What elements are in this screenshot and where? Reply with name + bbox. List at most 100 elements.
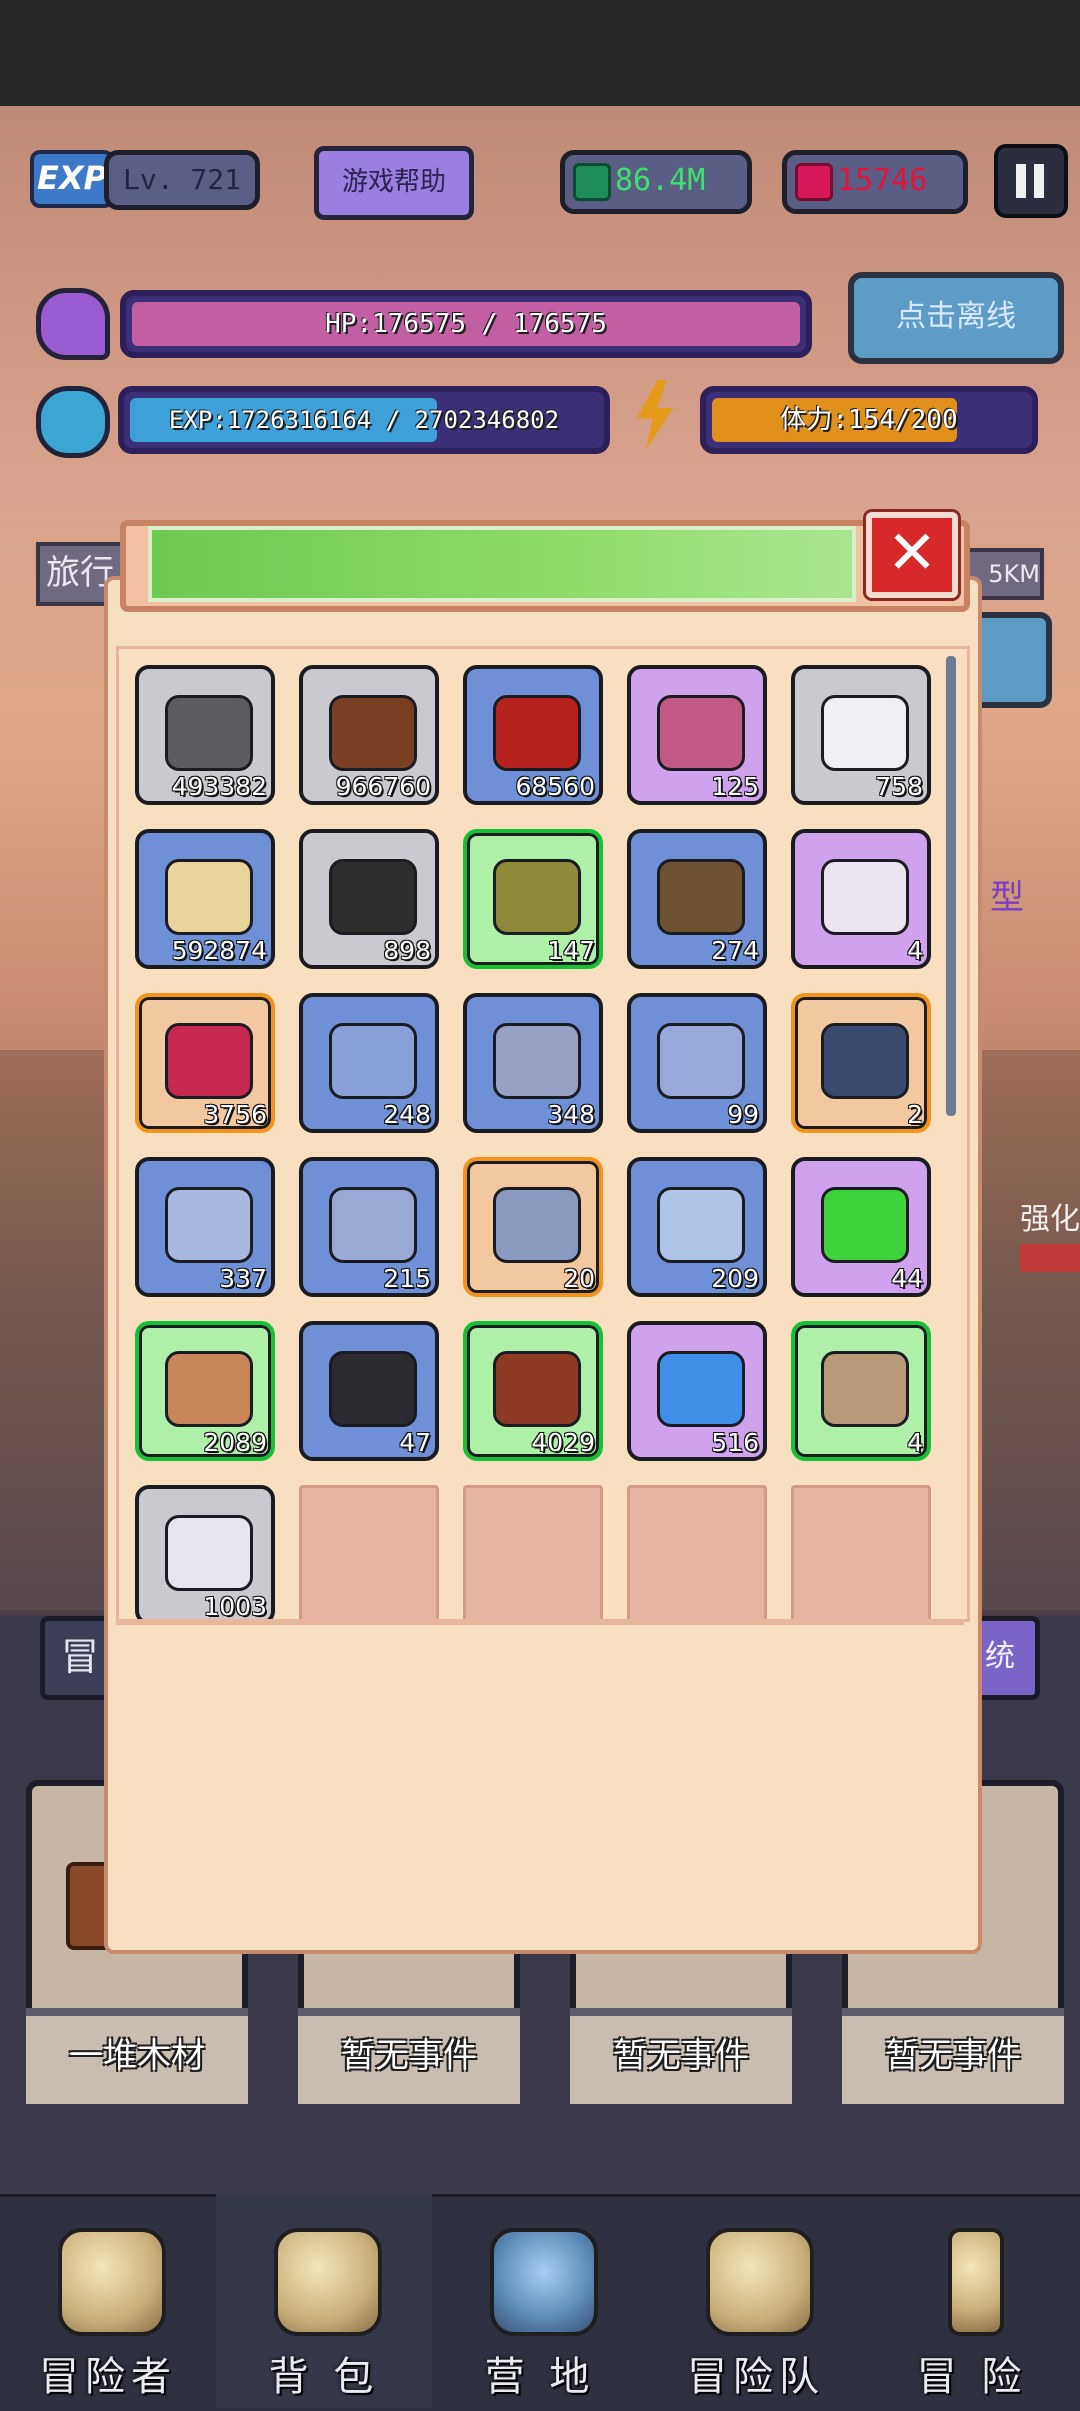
event-card-label: 暂无事件	[570, 2008, 792, 2104]
wood-chest-icon	[821, 1351, 909, 1427]
inventory-slot[interactable]: 3756	[135, 993, 275, 1133]
nav-adventurer[interactable]: 冒险者	[0, 2194, 216, 2408]
item-count: 68560	[515, 772, 595, 801]
item-count: 47	[399, 1428, 431, 1457]
inventory-slot[interactable]: 99	[627, 993, 767, 1133]
close-icon: ✕	[886, 518, 938, 588]
status-area	[0, 0, 1080, 106]
exp-bar: EXP:1726316164 / 2702346802	[118, 386, 610, 454]
red-currency: 15746	[782, 150, 968, 214]
silver-ore-icon	[165, 1515, 253, 1591]
upgrade-bar	[1020, 1244, 1080, 1272]
chest-icon	[329, 1351, 417, 1427]
event-card-label: 暂无事件	[842, 2008, 1064, 2104]
brick-icon	[493, 1351, 581, 1427]
inventory-slot[interactable]: 4	[791, 1321, 931, 1461]
inventory-slot-empty[interactable]	[299, 1485, 439, 1619]
item-count: 99	[727, 1100, 759, 1129]
item-count: 592874	[171, 936, 267, 965]
item-count: 337	[219, 1264, 267, 1293]
item-count: 4	[907, 1428, 923, 1457]
ring-icon	[329, 1023, 417, 1099]
close-button[interactable]: ✕	[866, 512, 958, 598]
nav-adventure[interactable]: 冒 险	[864, 2194, 1080, 2408]
nav-label: 冒险队	[687, 2354, 825, 2400]
item-count: 44	[891, 1264, 923, 1293]
item-count: 215	[383, 1264, 431, 1293]
inventory-slot[interactable]: 209	[627, 1157, 767, 1297]
nav-label: 冒 险	[916, 2354, 1028, 2400]
item-count: 2089	[203, 1428, 267, 1457]
inventory-slot[interactable]: 47	[299, 1321, 439, 1461]
stone-ore-icon	[165, 695, 253, 771]
inventory-slot[interactable]: 592874	[135, 829, 275, 969]
inventory-slot[interactable]: 493382	[135, 665, 275, 805]
cap-icon	[329, 1187, 417, 1263]
item-count: 20	[563, 1264, 595, 1293]
inventory-slot[interactable]: 1003	[135, 1485, 275, 1619]
slime-icon	[821, 1187, 909, 1263]
inventory-slot[interactable]: 68560	[463, 665, 603, 805]
exp-text: EXP:1726316164 / 2702346802	[168, 406, 560, 434]
inventory-slot[interactable]: 516	[627, 1321, 767, 1461]
item-count: 966760	[335, 772, 431, 801]
item-count: 3756	[203, 1100, 267, 1129]
inventory-slot[interactable]: 898	[299, 829, 439, 969]
inventory-slot[interactable]: 758	[791, 665, 931, 805]
inventory-slot-empty[interactable]	[627, 1485, 767, 1619]
scroll-icon	[493, 1187, 581, 1263]
team-icon	[706, 2228, 814, 2336]
right-type-label: 型	[990, 878, 1024, 918]
nav-label: 冒险者	[39, 2354, 177, 2400]
item-count: 348	[547, 1100, 595, 1129]
help-button[interactable]: 游戏帮助	[314, 146, 474, 220]
ruby-icon	[795, 163, 833, 201]
hp-bar: HP:176575 / 176575	[120, 290, 812, 358]
inventory-slot[interactable]: 4	[791, 829, 931, 969]
inventory-slot[interactable]: 4029	[463, 1321, 603, 1461]
nav-backpack[interactable]: 背 包	[216, 2194, 432, 2408]
item-count: 4029	[531, 1428, 595, 1457]
inventory-slot[interactable]: 966760	[299, 665, 439, 805]
event-card-label: 暂无事件	[298, 2008, 520, 2104]
key-icon	[657, 695, 745, 771]
inventory-slot-empty[interactable]	[463, 1485, 603, 1619]
backpack-icon	[274, 2228, 382, 2336]
item-count: 516	[711, 1428, 759, 1457]
item-count: 274	[711, 936, 759, 965]
item-count: 898	[383, 936, 431, 965]
inventory-slot[interactable]: 274	[627, 829, 767, 969]
pause-button[interactable]	[994, 144, 1068, 218]
sword-icon	[165, 1187, 253, 1263]
inventory-slot[interactable]: 215	[299, 1157, 439, 1297]
nav-label: 背 包	[268, 2354, 380, 2400]
inventory-slot[interactable]: 125	[627, 665, 767, 805]
inventory-slot[interactable]: 348	[463, 993, 603, 1133]
inventory-slot[interactable]: 248	[299, 993, 439, 1133]
hp-text: HP:176575 / 176575	[325, 309, 607, 339]
nav-team[interactable]: 冒险队	[648, 2194, 864, 2408]
wood-log-icon	[329, 695, 417, 771]
inventory-slot[interactable]: 147	[463, 829, 603, 969]
inventory-slot[interactable]: 44	[791, 1157, 931, 1297]
item-count: 209	[711, 1264, 759, 1293]
inventory-slot-empty[interactable]	[791, 1485, 931, 1619]
item-count: 248	[383, 1100, 431, 1129]
inventory-scrollbar[interactable]	[946, 656, 956, 1116]
offline-button[interactable]: 点击离线	[848, 272, 1064, 364]
inventory-slot[interactable]: 2089	[135, 1321, 275, 1461]
pause-icon-bar	[1034, 164, 1044, 198]
book-icon	[821, 1023, 909, 1099]
stamina-bar: 体力:154/200	[700, 386, 1038, 454]
shield-icon	[657, 1187, 745, 1263]
crystal-icon	[657, 1351, 745, 1427]
nav-camp[interactable]: 营 地	[432, 2194, 648, 2408]
red-ore-icon	[493, 695, 581, 771]
needle-icon	[821, 859, 909, 935]
inventory-slot[interactable]: 337	[135, 1157, 275, 1297]
exp-badge: EXP	[30, 150, 114, 208]
item-count: 147	[547, 936, 595, 965]
inventory-slot[interactable]: 20	[463, 1157, 603, 1297]
green-currency: 86.4M	[560, 150, 752, 214]
inventory-slot[interactable]: 2	[791, 993, 931, 1133]
